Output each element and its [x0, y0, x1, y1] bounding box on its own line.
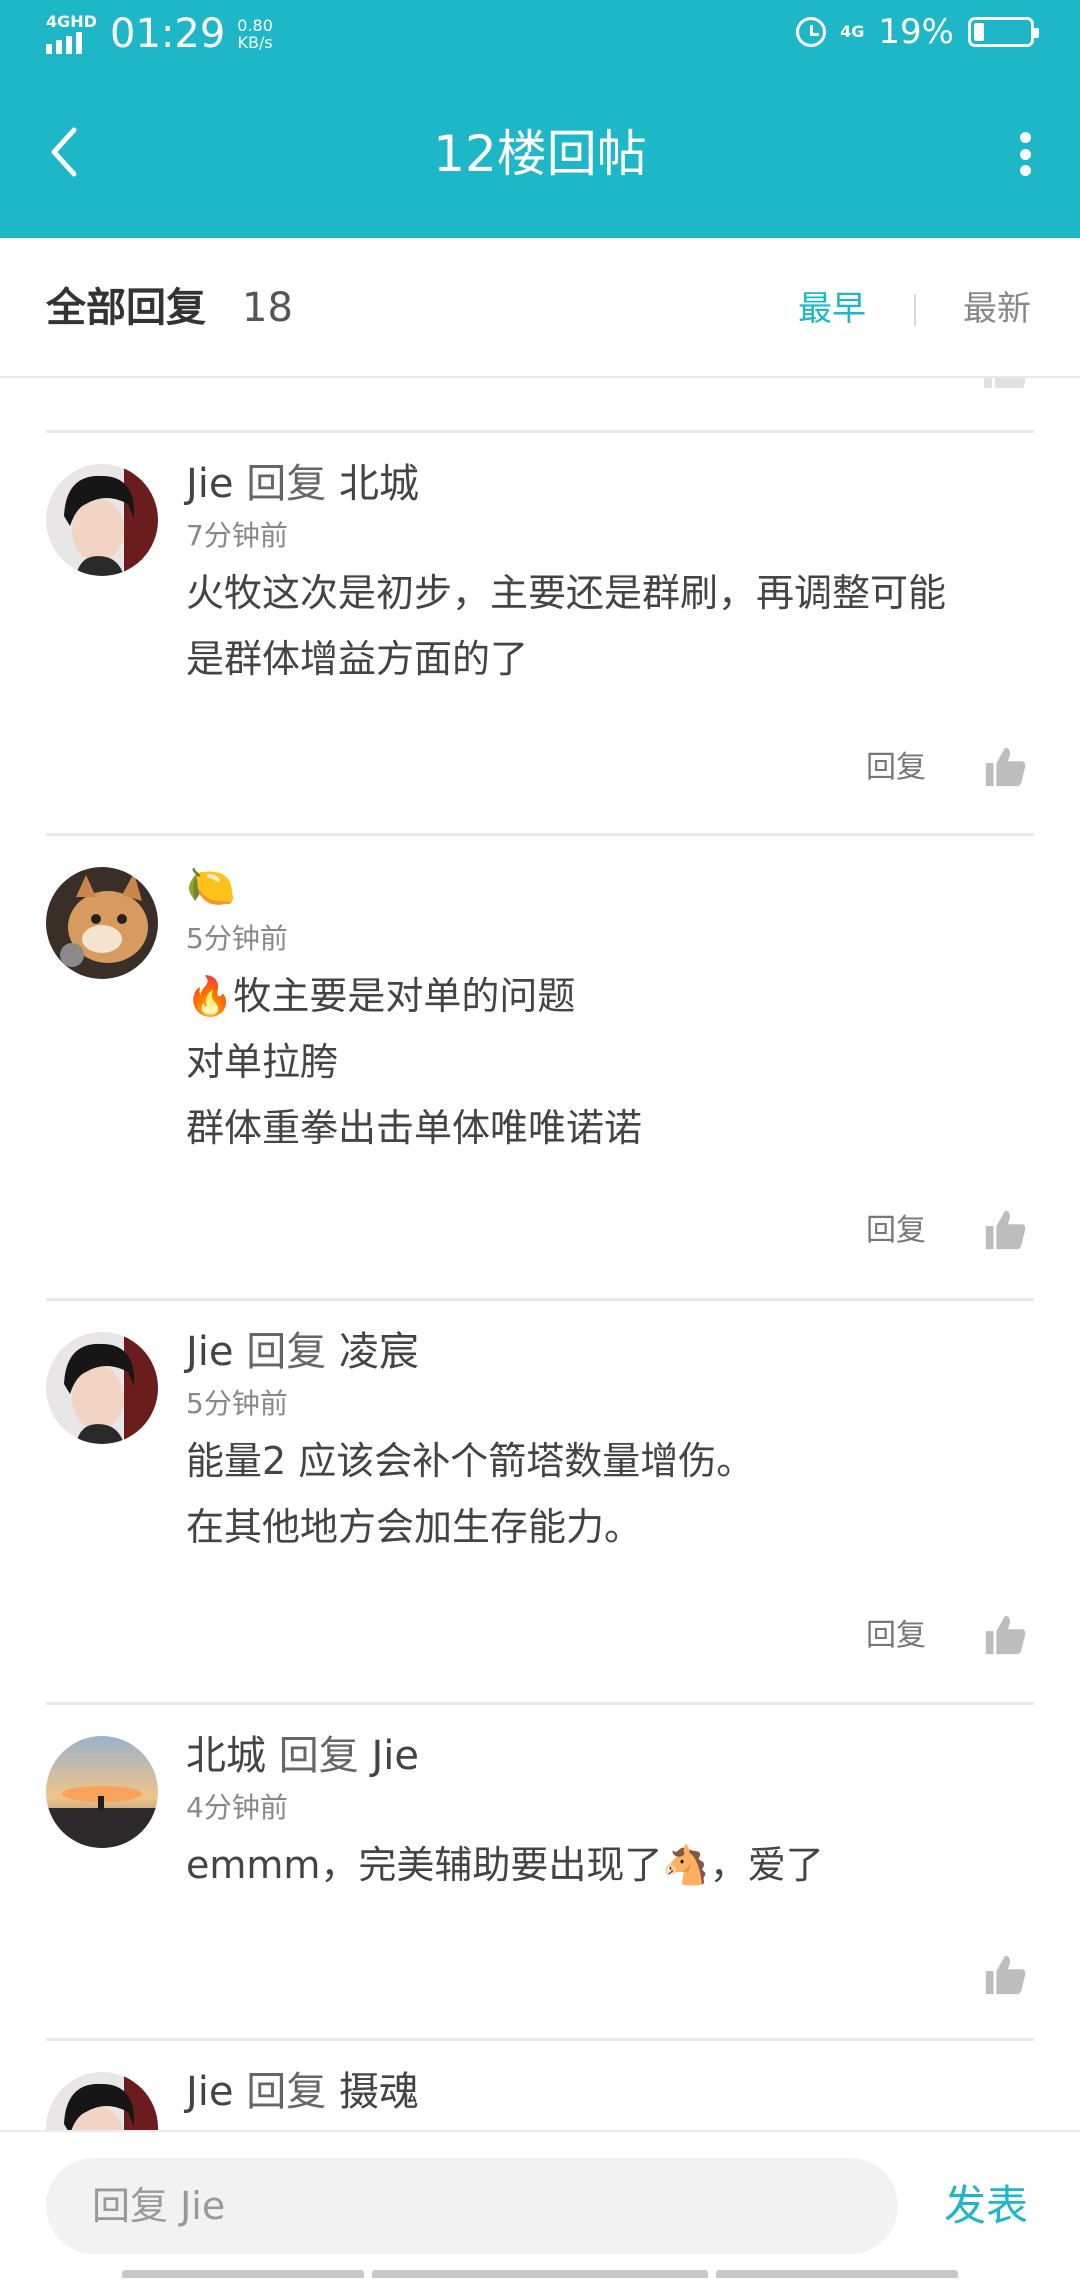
network-right: 4G: [840, 22, 865, 41]
reply-tabs: 全部回复 18 最早 最新: [0, 238, 1080, 378]
comment-line: emmm，完美辅助要出现了🐴，爱了: [186, 1843, 824, 1887]
author-name[interactable]: Jie: [186, 461, 234, 507]
author-name[interactable]: Jie: [186, 1329, 234, 1375]
speed-unit: KB/s: [237, 33, 273, 52]
avatar[interactable]: [46, 867, 158, 979]
reply-target-name[interactable]: 摄魂: [339, 2069, 419, 2115]
reply-to-word: 回复: [278, 1733, 359, 1779]
comment-author: 北城 回复 Jie: [186, 1730, 419, 1782]
battery-icon: [968, 17, 1039, 47]
author-name[interactable]: 北城: [186, 1733, 266, 1779]
sort-newest-tab[interactable]: 最新: [963, 286, 1031, 332]
app-header: 4GHD 01:29 0.80 KB/s 4G 19% 12楼回帖: [0, 0, 1080, 238]
reply-count: 18: [242, 285, 293, 331]
nav-indicator: [372, 2270, 708, 2278]
more-options-button[interactable]: [1010, 124, 1040, 184]
network-type: 4GHD: [46, 12, 97, 31]
comment-author: Jie 回复 凌宸: [186, 1326, 419, 1378]
thumb-up-icon: [985, 1955, 1026, 1995]
like-button[interactable]: [982, 1952, 1028, 1998]
more-vertical-icon: [1019, 132, 1031, 143]
comment-body: 火牧这次是初步，主要还是群刷，再调整可能 是群体增益方面的了: [186, 560, 1036, 692]
comment-line: 能量2 应该会补个箭塔数量增伤。: [186, 1439, 755, 1483]
comment-line: 🔥牧主要是对单的问题: [186, 974, 576, 1018]
comment-time: 5分钟前: [186, 1387, 288, 1420]
reply-target-name[interactable]: 凌宸: [339, 1329, 419, 1375]
reply-button[interactable]: 回复: [866, 748, 926, 788]
comment-line: 是群体增益方面的了: [186, 637, 529, 681]
status-time: 01:29: [110, 11, 226, 57]
avatar[interactable]: [46, 1332, 158, 1444]
status-bar: 4GHD 01:29 0.80 KB/s 4G 19%: [0, 0, 1080, 70]
nav-indicator: [122, 2270, 364, 2278]
comment-author: Jie 回复 摄魂: [186, 2066, 419, 2118]
comment-line: 火牧这次是初步，主要还是群刷，再调整可能: [186, 571, 947, 615]
comment-line: 群体重拳出击单体唯唯诺诺: [186, 1106, 643, 1150]
sort-earliest-tab[interactable]: 最早: [798, 286, 866, 332]
comment-body: emmm，完美辅助要出现了🐴，爱了: [186, 1832, 1036, 1898]
reply-target-name[interactable]: Jie: [371, 1733, 419, 1779]
thumb-up-icon: [985, 1615, 1026, 1655]
thumb-up-icon: [985, 747, 1026, 787]
comment-author: 🍋: [186, 861, 236, 913]
thumb-up-icon: [980, 378, 1028, 388]
comment-time: 7分钟前: [186, 519, 288, 552]
like-button[interactable]: [982, 744, 1028, 790]
author-name[interactable]: Jie: [186, 2069, 234, 2115]
reply-composer: 发表: [0, 2130, 1080, 2280]
battery-level: [974, 23, 984, 41]
reply-to-word: 回复: [246, 461, 327, 507]
avatar[interactable]: [46, 1736, 158, 1848]
battery-percent: 19%: [878, 12, 954, 52]
sort-divider: [914, 294, 916, 326]
nav-indicator: [716, 2270, 958, 2278]
status-right: 4G 19%: [796, 12, 1039, 52]
like-button[interactable]: [982, 1612, 1028, 1658]
comment-time: 5分钟前: [186, 922, 288, 955]
divider: [46, 833, 1034, 836]
thumb-up-icon: [985, 1210, 1026, 1250]
divider: [46, 1702, 1034, 1705]
speed-value: 0.80: [237, 16, 273, 35]
signal-icon: 4GHD: [46, 14, 98, 54]
alarm-icon: [796, 17, 827, 47]
reply-input[interactable]: [46, 2158, 898, 2254]
send-button[interactable]: 发表: [944, 2178, 1028, 2234]
reply-button[interactable]: 回复: [866, 1211, 926, 1251]
comment-author: Jie 回复 北城: [186, 458, 419, 510]
avatar[interactable]: [46, 464, 158, 576]
comment-body: 能量2 应该会补个箭塔数量增伤。 在其他地方会加生存能力。: [186, 1428, 1036, 1560]
like-button[interactable]: [982, 1207, 1028, 1253]
status-left: 4GHD 01:29 0.80 KB/s: [46, 12, 273, 56]
reply-button[interactable]: 回复: [866, 1616, 926, 1656]
author-name[interactable]: 🍋: [186, 864, 236, 910]
network-speed: 0.80 KB/s: [237, 17, 273, 51]
reply-target-name[interactable]: 北城: [339, 461, 419, 507]
divider: [46, 430, 1034, 433]
divider: [46, 2038, 1034, 2041]
comment-time: 4分钟前: [186, 1791, 288, 1824]
comment-list: Jie 回复 北城 7分钟前 火牧这次是初步，主要还是群刷，再调整可能 是群体增…: [0, 378, 1080, 2130]
divider: [46, 1298, 1034, 1301]
comment-line: 对单拉胯: [186, 1040, 339, 1084]
reply-to-word: 回复: [246, 2069, 327, 2115]
all-replies-label: 全部回复: [46, 285, 206, 331]
page-title: 12楼回帖: [433, 125, 647, 183]
comment-line: 在其他地方会加生存能力。: [186, 1505, 643, 1549]
reply-to-word: 回复: [246, 1329, 327, 1375]
avatar[interactable]: [46, 2072, 158, 2130]
comment-body: 🔥牧主要是对单的问题 对单拉胯 群体重拳出击单体唯唯诺诺: [186, 963, 1036, 1161]
